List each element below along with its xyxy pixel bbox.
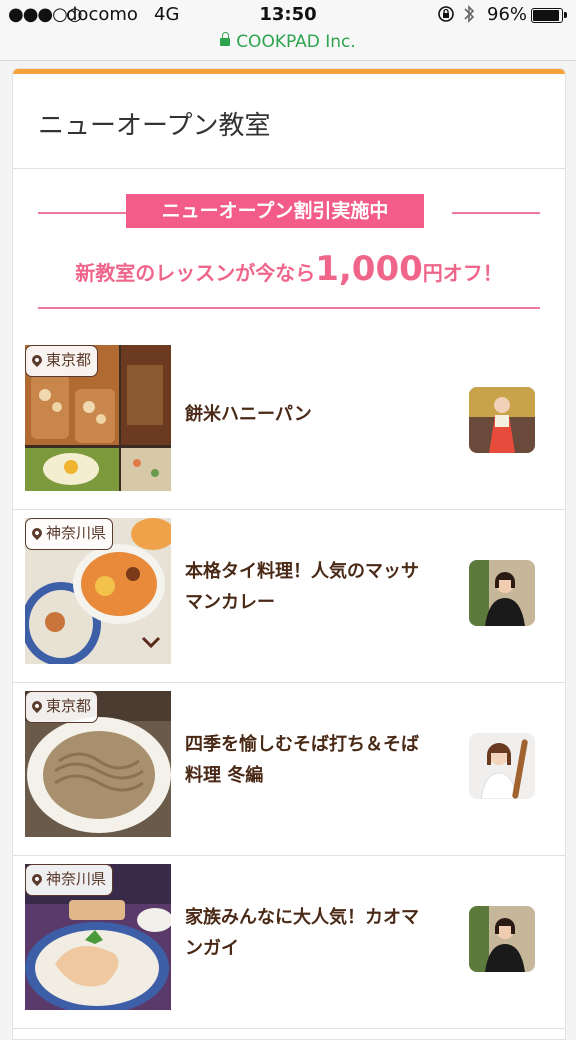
location-pin-icon [29,352,45,368]
location-pin-icon [29,871,45,887]
class-title[interactable]: 本格タイ料理！人気のマッサマンカレー [185,556,435,618]
location-pin-icon [29,525,45,541]
promo-suffix: 円オフ！ [422,261,503,285]
teacher-avatar [469,387,535,453]
location-tag: 東京都 [25,691,99,723]
location-label: 神奈川県 [46,870,107,888]
class-title[interactable]: 餅米ハニーパン [185,399,435,430]
section-title: ニューオープン教室 [38,111,271,141]
teacher-avatar [469,733,535,799]
promo-amount: 1,000 [315,249,423,289]
teacher-avatar [469,906,535,972]
url-text: COOKPAD Inc. [236,32,356,52]
location-pin-icon [29,698,45,714]
banner-line-left [38,212,126,214]
lock-icon [220,32,231,46]
class-title[interactable]: 家族みんなに大人気！カオマンガイ [185,902,435,964]
class-photo: 東京都 [25,345,171,491]
class-item[interactable]: 神奈川県 家族みんなに大人気！カオマンガイ [13,856,565,1029]
divider [13,168,565,169]
battery-icon [531,8,567,23]
class-photo: 東京都 [25,691,171,837]
location-tag: 東京都 [25,345,99,377]
promo-text: 新教室のレッスンが今なら1,000円オフ！ [13,249,565,289]
rotation-lock-icon [438,6,454,22]
accent-bar [13,69,565,74]
address-bar[interactable]: COOKPAD Inc. [0,32,576,52]
teacher-avatar [469,560,535,626]
new-classes-card: ニューオープン教室 ニューオープン割引実施中 新教室のレッスンが今なら1,000… [12,68,566,1040]
class-title[interactable]: 四季を愉しむそば打ち＆そば料理 冬編 [185,729,435,791]
class-photo: 神奈川県 [25,864,171,1010]
class-item[interactable]: 東京都 四季を愉しむそば打ち＆そば料理 冬編 [13,683,565,856]
location-label: 東京都 [46,697,92,715]
battery-percent: 96% [487,4,528,25]
bluetooth-icon [463,4,475,29]
discount-ribbon: ニューオープン割引実施中 [126,194,424,228]
class-item[interactable]: 神奈川県 本格タイ料理！人気のマッサマンカレー [13,510,565,683]
class-item[interactable]: 東京都 餅米ハニーパン [13,337,565,510]
class-photo: 神奈川県 [25,518,171,664]
banner-divider [38,307,540,309]
location-tag: 神奈川県 [25,518,114,550]
banner-line-right [452,212,540,214]
location-tag: 神奈川県 [25,864,114,896]
promo-prefix: 新教室のレッスンが今なら [75,261,316,285]
location-label: 東京都 [46,351,92,369]
location-label: 神奈川県 [46,524,107,542]
status-bar: ●●●○○ docomo 4G 13:50 96% COOKPAD Inc. [0,0,576,61]
